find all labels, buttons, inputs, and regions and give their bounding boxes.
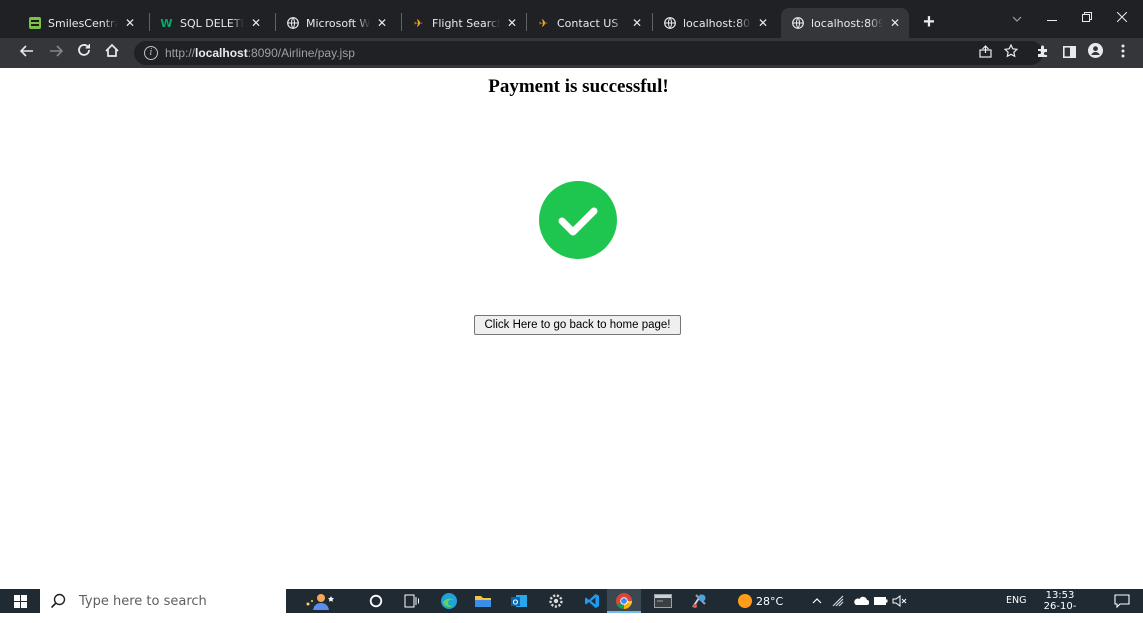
- globe-icon: [286, 17, 299, 30]
- smiles-central-favicon: [28, 17, 41, 30]
- page-title: Payment is successful!: [488, 76, 669, 97]
- search-icon: [50, 593, 66, 609]
- airline-favicon: ✈: [538, 16, 549, 30]
- close-window-icon[interactable]: [1107, 6, 1137, 30]
- browser-tab-strip: SmilesCentral : ✕ W SQL DELETE St ✕ Micr…: [0, 0, 1143, 38]
- w3schools-favicon: W: [160, 16, 173, 30]
- snipping-tool-icon[interactable]: [690, 592, 708, 610]
- bookmark-star-icon[interactable]: [1000, 42, 1022, 64]
- tab-title: Microsoft Wor: [306, 16, 370, 30]
- tab-title: Flight Search: [432, 16, 500, 30]
- airline-favicon: ✈: [413, 16, 424, 30]
- success-checkmark-icon: [539, 181, 617, 259]
- edge-browser-icon[interactable]: [440, 592, 458, 610]
- start-button[interactable]: [0, 589, 40, 613]
- close-tab-icon[interactable]: ✕: [629, 15, 645, 31]
- globe-icon: [791, 17, 804, 30]
- extensions-puzzle-icon[interactable]: [1032, 42, 1054, 64]
- onedrive-cloud-icon[interactable]: [852, 592, 870, 610]
- chrome-icon[interactable]: [615, 592, 633, 610]
- side-panel-icon[interactable]: [1058, 42, 1080, 64]
- weather-temperature[interactable]: 28°C: [756, 595, 783, 608]
- tab-title: localhost:8090: [683, 16, 751, 30]
- close-tab-icon[interactable]: ✕: [122, 15, 138, 31]
- minimize-icon[interactable]: [1037, 6, 1067, 30]
- tab-search-chevron-icon[interactable]: [1002, 6, 1032, 30]
- settings-gear-icon[interactable]: [547, 592, 565, 610]
- windows-taskbar: Type here to search O 28°C ENG 13:53 26-…: [0, 589, 1143, 623]
- tab-sql-delete[interactable]: W SQL DELETE St ✕: [150, 8, 270, 38]
- tab-title: SQL DELETE St: [180, 16, 244, 30]
- new-tab-button[interactable]: +: [919, 12, 939, 32]
- file-explorer-icon[interactable]: [474, 592, 492, 610]
- menu-kebab-icon[interactable]: [1112, 42, 1134, 64]
- volume-muted-icon[interactable]: [891, 592, 909, 610]
- back-arrow-icon[interactable]: [16, 42, 38, 64]
- tab-localhost-active[interactable]: localhost:8090 ✕: [781, 8, 909, 38]
- search-placeholder: Type here to search: [79, 593, 207, 609]
- svg-text:O: O: [513, 600, 519, 607]
- network-wifi-icon[interactable]: [830, 592, 848, 610]
- tab-smilescentral[interactable]: SmilesCentral : ✕: [18, 8, 144, 38]
- close-tab-icon[interactable]: ✕: [755, 15, 771, 31]
- tab-microsoft-word[interactable]: Microsoft Wor ✕: [276, 8, 396, 38]
- vscode-icon[interactable]: [583, 592, 601, 610]
- back-to-home-button[interactable]: Click Here to go back to home page!: [474, 315, 681, 335]
- close-tab-icon[interactable]: ✕: [248, 15, 264, 31]
- outlook-icon[interactable]: O: [510, 592, 528, 610]
- forward-arrow-icon[interactable]: [45, 42, 67, 64]
- browser-toolbar: i http://localhost:8090/Airline/pay.jsp: [0, 38, 1143, 68]
- address-bar[interactable]: i http://localhost:8090/Airline/pay.jsp: [134, 41, 1043, 65]
- tab-contact-us[interactable]: ✈ Contact US ✕: [527, 8, 651, 38]
- cortana-icon[interactable]: [367, 592, 385, 610]
- reload-icon[interactable]: [73, 42, 95, 64]
- tab-title: localhost:8090: [811, 16, 883, 30]
- globe-icon: [663, 17, 676, 30]
- tab-flight-search[interactable]: ✈ Flight Search ✕: [402, 8, 526, 38]
- show-hidden-icons-chevron-icon[interactable]: [808, 592, 826, 610]
- close-tab-icon[interactable]: ✕: [887, 15, 903, 31]
- tab-title: SmilesCentral :: [48, 16, 118, 30]
- tab-title: Contact US: [557, 16, 619, 30]
- terminal-app-icon[interactable]: [654, 592, 672, 610]
- search-highlight-icon[interactable]: [298, 592, 338, 610]
- clock-date: 26-10-2022: [1043, 601, 1077, 623]
- home-icon[interactable]: [101, 42, 123, 64]
- input-language[interactable]: ENG: [1006, 595, 1026, 606]
- profile-avatar-icon[interactable]: [1084, 42, 1106, 64]
- clock-time: 13:53: [1045, 590, 1075, 601]
- battery-icon[interactable]: [872, 592, 890, 610]
- system-clock[interactable]: 13:53 26-10-2022: [1032, 590, 1088, 623]
- notification-center-icon[interactable]: [1113, 592, 1131, 610]
- close-tab-icon[interactable]: ✕: [504, 15, 520, 31]
- page-content: Payment is successful! Click Here to go …: [0, 68, 1143, 589]
- restore-icon[interactable]: [1072, 6, 1102, 30]
- task-view-icon[interactable]: [403, 592, 421, 610]
- close-tab-icon[interactable]: ✕: [374, 15, 390, 31]
- weather-sun-icon[interactable]: [736, 592, 754, 610]
- tab-localhost-1[interactable]: localhost:8090 ✕: [653, 8, 777, 38]
- share-icon[interactable]: [974, 42, 996, 64]
- taskbar-search-box[interactable]: Type here to search: [40, 589, 286, 613]
- url-text[interactable]: http://localhost:8090/Airline/pay.jsp: [165, 46, 355, 60]
- windows-logo-icon: [13, 594, 27, 608]
- site-info-icon[interactable]: i: [144, 46, 158, 60]
